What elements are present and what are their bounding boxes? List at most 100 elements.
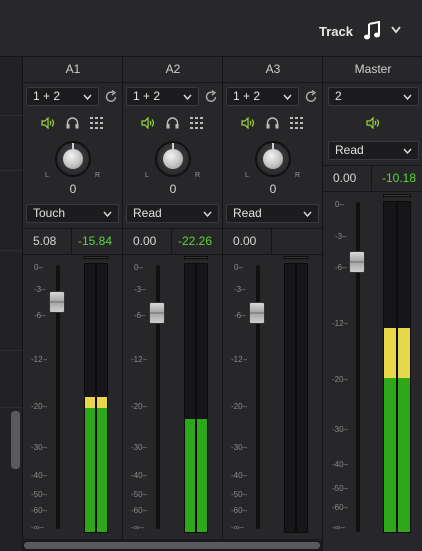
scale-label: -12– <box>231 355 248 364</box>
peak-box: -22.26 <box>171 229 224 254</box>
scale-label: -40– <box>231 471 248 480</box>
automation-value: Touch <box>33 206 66 220</box>
scale-label: -60– <box>231 506 248 515</box>
speaker-icon[interactable] <box>41 117 56 129</box>
scale-label: -6– <box>335 263 347 272</box>
scale-label: -60– <box>332 503 349 512</box>
peak-value: -22.26 <box>178 234 213 248</box>
rail-divider <box>0 250 22 251</box>
volume-fader[interactable] <box>249 302 265 324</box>
peak-box: -15.84 <box>71 229 124 254</box>
meter-green <box>97 408 107 532</box>
headphones-icon[interactable] <box>266 117 279 129</box>
grid-icon[interactable] <box>190 117 203 129</box>
pan-knob[interactable] <box>155 141 191 177</box>
meter-green <box>384 378 396 532</box>
bus-dropdown[interactable]: 1 + 2 <box>226 87 299 106</box>
scale-label: -40– <box>131 471 148 480</box>
pan-left-label: L <box>245 172 249 179</box>
scrollbar-thumb[interactable] <box>24 542 320 549</box>
scale-label: -3– <box>34 285 46 294</box>
headphones-icon[interactable] <box>166 117 179 129</box>
pan-left-label: L <box>45 172 49 179</box>
bus-value: 1 + 2 <box>33 89 61 103</box>
scale-label: -60– <box>131 506 148 515</box>
volume-value: 0.00 <box>133 234 157 248</box>
bus-dropdown[interactable]: 1 + 2 <box>26 87 99 106</box>
meter-green <box>185 419 195 532</box>
level-readout: 0.00 -22.26 <box>123 228 223 255</box>
headphones-icon[interactable] <box>66 117 79 129</box>
scale-label: -20– <box>131 402 148 411</box>
peak-box <box>271 229 324 254</box>
meter-peak-hold <box>84 256 108 259</box>
reset-icon[interactable] <box>205 90 218 103</box>
automation-dropdown[interactable]: Touch <box>26 204 119 223</box>
pan-right-label: R <box>295 172 301 179</box>
chevron-down-icon <box>103 211 112 217</box>
scale-label: -∞– <box>31 523 44 532</box>
volume-fader[interactable] <box>49 291 65 313</box>
scale-label: -12– <box>31 355 48 364</box>
reset-icon[interactable] <box>305 90 318 103</box>
scale-label: -30– <box>332 425 349 434</box>
meter-green <box>85 408 95 532</box>
speaker-icon[interactable] <box>366 117 381 129</box>
meter-peak-hold <box>184 256 208 259</box>
meter-yellow <box>384 328 396 378</box>
pan-right-label: R <box>195 172 201 179</box>
automation-dropdown[interactable]: Read <box>126 204 219 223</box>
scale-label: -50– <box>231 490 248 499</box>
rail-divider <box>0 115 22 116</box>
automation-dropdown[interactable]: Read <box>226 204 319 223</box>
automation-value: Read <box>335 143 364 157</box>
rail-divider <box>0 170 22 171</box>
chevron-down-icon <box>203 211 212 217</box>
channel-name: Master <box>323 57 422 83</box>
chevron-down-icon[interactable] <box>391 26 401 34</box>
knob-cap <box>263 149 283 169</box>
left-panel-edge <box>0 57 22 551</box>
grid-icon[interactable] <box>90 117 103 129</box>
grid-icon[interactable] <box>290 117 303 129</box>
scale-label: -50– <box>131 490 148 499</box>
pan-value: 0 <box>69 182 77 196</box>
chevron-down-icon <box>283 94 292 100</box>
scale-label: -3– <box>335 232 347 241</box>
automation-dropdown[interactable]: Read <box>328 141 419 160</box>
level-meter-right <box>296 263 308 533</box>
meter-peak-hold <box>383 194 411 197</box>
master-volume-fader[interactable] <box>349 251 365 273</box>
scale-label: -∞– <box>231 523 244 532</box>
music-note-icon[interactable] <box>363 21 381 41</box>
peak-value: -15.84 <box>78 234 113 248</box>
meter-green <box>398 378 410 532</box>
scale-label: -20– <box>31 402 48 411</box>
scale-label: 0– <box>234 263 243 272</box>
horizontal-scrollbar[interactable] <box>22 539 322 551</box>
reset-icon[interactable] <box>105 90 118 103</box>
channel-strip-a3: A3 1 + 2 L R 0 Read 0.00 0– -3– -6– -12–… <box>222 57 323 551</box>
pan-value: 0 <box>269 182 277 196</box>
pan-knob[interactable] <box>255 141 291 177</box>
bus-dropdown[interactable]: 2 <box>328 87 419 106</box>
bus-value: 1 + 2 <box>233 89 261 103</box>
master-strip: Master 2 Read 0.00 -10.18 0– -3– -6– -12… <box>322 57 422 551</box>
meter-peak-hold <box>284 256 308 259</box>
speaker-icon[interactable] <box>241 117 256 129</box>
peak-box: -10.18 <box>371 166 422 191</box>
scale-label: -60– <box>31 506 48 515</box>
meter-yellow <box>398 328 410 378</box>
vertical-scrollbar-thumb[interactable] <box>11 411 20 469</box>
automation-value: Read <box>133 206 162 220</box>
scale-label: -3– <box>134 285 146 294</box>
scale-label: -6– <box>34 311 46 320</box>
bus-dropdown[interactable]: 1 + 2 <box>126 87 199 106</box>
speaker-icon[interactable] <box>141 117 156 129</box>
volume-value: 0.00 <box>333 171 357 185</box>
level-meter-right <box>196 263 208 533</box>
pan-left-label: L <box>145 172 149 179</box>
pan-knob[interactable] <box>55 141 91 177</box>
volume-fader[interactable] <box>149 302 165 324</box>
scale-label: -50– <box>332 484 349 493</box>
